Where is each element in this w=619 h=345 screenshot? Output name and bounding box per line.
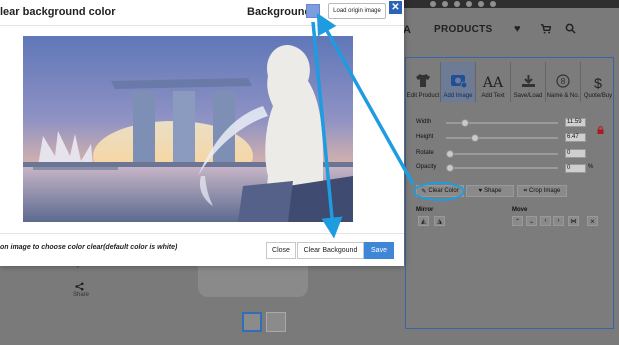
tab-label: Edit Product <box>406 93 440 99</box>
tab-name-number[interactable]: 8 Name & No. <box>546 62 581 102</box>
width-input[interactable]: 11.59 <box>565 118 586 127</box>
height-input[interactable]: 6.47 <box>565 133 586 142</box>
image-icon <box>450 73 467 91</box>
product-thumb-front[interactable] <box>242 312 262 332</box>
opacity-label: Opacity <box>416 164 437 170</box>
move-label: Move <box>512 207 528 213</box>
height-slider-handle[interactable] <box>471 134 479 142</box>
editable-image[interactable] <box>23 36 353 222</box>
social-icon[interactable] <box>442 1 448 7</box>
social-icon[interactable] <box>490 1 496 7</box>
height-label: Height <box>416 134 434 140</box>
tab-quote-buy[interactable]: $ Quote/Buy <box>581 62 615 102</box>
clear-background-modal: lear background color Background: Load o… <box>0 0 404 266</box>
share-label[interactable]: Share <box>73 292 89 298</box>
svg-text:8: 8 <box>561 77 566 86</box>
shirt-icon <box>415 73 431 91</box>
save-button[interactable]: Save <box>364 242 394 259</box>
close-icon[interactable]: ✕ <box>389 1 402 14</box>
opacity-input[interactable]: 0 <box>565 164 586 173</box>
flip-horizontal-icon: ◭ <box>421 218 426 225</box>
chevron-right-icon: › <box>557 218 560 224</box>
product-thumb-back[interactable] <box>266 312 286 332</box>
tab-label: Name & No. <box>546 93 580 99</box>
clear-color-highlight <box>413 182 465 201</box>
flip-vertical-icon: ◮ <box>437 218 442 225</box>
clear-background-button[interactable]: Clear Backgound <box>297 242 364 259</box>
rotate-slider-handle[interactable] <box>446 150 454 158</box>
lock-icon[interactable] <box>597 126 604 136</box>
load-origin-image-button[interactable]: Load origin image <box>328 3 386 19</box>
width-slider-handle[interactable] <box>461 119 469 127</box>
tab-edit-product[interactable]: Edit Product <box>406 62 441 102</box>
rotate-input[interactable]: 0 <box>565 149 586 158</box>
move-down-button[interactable]: ⌄ <box>526 216 537 226</box>
nav-item-products[interactable]: PRODUCTS <box>434 24 493 35</box>
social-icon[interactable] <box>430 1 436 7</box>
tool-tabs: Edit Product Add Image AA Add Text Save/… <box>406 62 615 102</box>
opacity-unit: % <box>588 164 594 170</box>
shape-label: Shape <box>484 188 502 194</box>
crop-image-label: Crop Image <box>529 188 561 194</box>
modal-title: lear background color <box>0 6 116 18</box>
close-button[interactable]: Close <box>266 242 296 259</box>
move-right-button[interactable]: › <box>553 216 564 226</box>
tab-label: Save/Load <box>513 93 543 99</box>
height-slider[interactable] <box>446 137 558 139</box>
tab-save-load[interactable]: Save/Load <box>511 62 546 102</box>
crop-icon: ⌗ <box>523 187 528 194</box>
crop-image-button[interactable]: ⌗ Crop Image <box>517 185 567 197</box>
social-icon[interactable] <box>478 1 484 7</box>
move-up-button[interactable]: ⌃ <box>512 216 523 226</box>
opacity-slider[interactable] <box>446 167 558 169</box>
chevron-up-icon: ⌃ <box>514 218 521 225</box>
chevron-down-icon: ⌄ <box>528 218 535 225</box>
mirror-horizontal-button[interactable]: ◭ <box>418 216 429 226</box>
center-vertical-icon: ⨯ <box>589 218 596 225</box>
heart-icon[interactable]: ♥ <box>514 23 521 35</box>
tab-add-text[interactable]: AA Add Text <box>476 62 511 102</box>
tab-add-image[interactable]: Add Image <box>441 62 476 102</box>
tab-label: Quote/Buy <box>583 93 613 99</box>
social-icon[interactable] <box>454 1 460 7</box>
center-horizontal-button[interactable]: ⋈ <box>568 216 579 226</box>
mirror-label: Mirror <box>416 207 434 213</box>
instruction-text: on image to choose color clear(default c… <box>0 244 178 251</box>
opacity-slider-handle[interactable] <box>446 164 454 172</box>
center-horizontal-icon: ⋈ <box>570 218 577 225</box>
center-vertical-button[interactable]: ⨯ <box>587 216 598 226</box>
background-label: Background: <box>247 6 315 18</box>
rotate-slider[interactable] <box>446 153 558 155</box>
shape-button[interactable]: ♥ Shape <box>466 185 514 197</box>
search-icon[interactable] <box>565 23 576 37</box>
product-preview <box>198 264 308 297</box>
mirror-vertical-button[interactable]: ◮ <box>434 216 445 226</box>
number-icon: 8 <box>556 74 570 91</box>
heart-icon: ♥ <box>478 188 483 194</box>
dollar-icon: $ <box>594 75 602 91</box>
move-left-button[interactable]: ‹ <box>540 216 551 226</box>
download-icon <box>521 74 536 91</box>
cart-icon[interactable] <box>540 23 552 37</box>
tab-label: Add Image <box>443 93 473 99</box>
tab-label: Add Text <box>481 93 505 99</box>
social-icon[interactable] <box>466 1 472 7</box>
divider <box>0 25 404 26</box>
width-label: Width <box>416 119 432 125</box>
background-color-swatch[interactable] <box>306 4 320 18</box>
nav-item-partial[interactable]: A <box>403 24 411 36</box>
text-icon: AA <box>482 75 504 91</box>
rotate-label: Rotate <box>416 150 434 156</box>
divider <box>0 233 404 234</box>
chevron-left-icon: ‹ <box>544 218 547 224</box>
social-icons <box>430 0 496 8</box>
